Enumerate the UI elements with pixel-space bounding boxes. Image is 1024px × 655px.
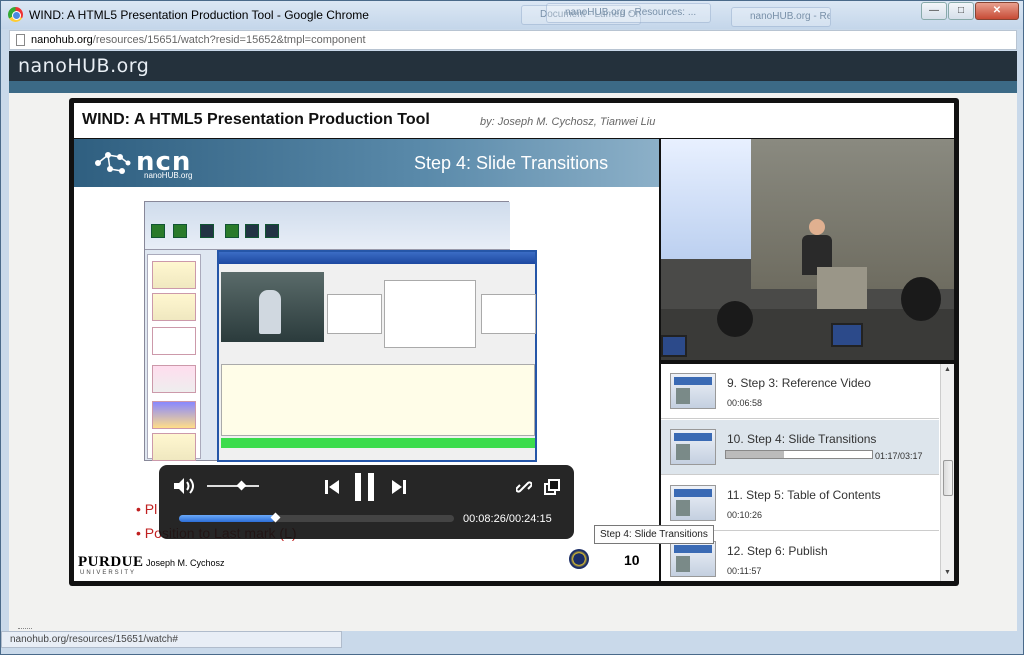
skip-back-icon[interactable]	[324, 479, 340, 495]
scroll-up-icon[interactable]: ▲	[944, 366, 951, 373]
slide-presenter: Joseph M. Cychosz	[146, 558, 225, 568]
slide-bullet: • Pl	[136, 501, 158, 517]
seek-bar[interactable]	[179, 512, 454, 523]
slide-page-number: 10	[624, 552, 640, 568]
chapter-thumbnail	[670, 485, 716, 521]
chapter-list: 9. Step 3: Reference Video 00:06:58 10. …	[661, 364, 954, 581]
slide-header: ncn nanoHUB.org Step 4: Slide Transition…	[74, 139, 659, 187]
scroll-down-icon[interactable]: ▼	[944, 569, 951, 576]
popout-icon[interactable]	[544, 479, 560, 495]
link-icon[interactable]	[516, 479, 532, 495]
title-bar: WIND: A HTML5 Presentation Production To…	[1, 1, 1023, 29]
chapter-item[interactable]: 9. Step 3: Reference Video 00:06:58	[661, 364, 939, 419]
slide-screenshot	[144, 201, 537, 462]
chapter-item[interactable]: 11. Step 5: Table of Contents 00:10:26	[661, 476, 939, 531]
speaker-icon[interactable]	[173, 476, 195, 496]
background-tab[interactable]: nanoHUB.org - Resources: ...	[546, 3, 711, 23]
chapter-time: 01:17/03:17	[875, 451, 923, 461]
player-header: WIND: A HTML5 Presentation Production To…	[74, 103, 954, 138]
chapter-thumbnail	[670, 541, 716, 577]
chapter-title: 11. Step 5: Table of Contents	[727, 488, 881, 502]
skip-forward-icon[interactable]	[391, 479, 407, 495]
address-bar[interactable]: nanohub.org/resources/15651/watch?resid=…	[9, 30, 1017, 50]
purdue-logo-sub: UNIVERSITY	[80, 570, 137, 576]
site-logo[interactable]: nanoHUB.org	[18, 55, 149, 77]
background-tab[interactable]: nanoHUB.org - Resource	[731, 7, 831, 27]
url-host: nanohub.org	[31, 34, 93, 46]
chapter-time: 00:06:58	[727, 398, 763, 408]
chapter-thumbnail	[670, 373, 716, 409]
chapter-title: 10. Step 4: Slide Transitions	[727, 432, 877, 446]
thumbnail-pane-image	[147, 254, 201, 461]
presentation-title: WIND: A HTML5 Presentation Production To…	[82, 111, 430, 128]
ribbon-image	[145, 202, 510, 250]
presentation-authors: by: Joseph M. Cychosz, Tianwei Liu	[480, 116, 656, 128]
purdue-logo: PURDUE	[78, 554, 144, 570]
wind-app-image	[217, 250, 537, 462]
close-button[interactable]: ✕	[975, 2, 1019, 20]
playback-time: 00:08:26/00:24:15	[463, 513, 552, 525]
url-path: /resources/15651/watch?resid=15652&tmpl=…	[92, 34, 366, 46]
chrome-icon	[8, 7, 23, 22]
presenter-video[interactable]	[661, 139, 954, 360]
chapter-time: 00:11:57	[727, 566, 762, 576]
chapter-title: 12. Step 6: Publish	[727, 544, 828, 558]
page-content: nanoHUB.org WIND: A HTML5 Presentation P…	[9, 51, 1017, 631]
chapter-item-active[interactable]: 10. Step 4: Slide Transitions 01:17/03:1…	[661, 420, 939, 475]
slide-heading: Step 4: Slide Transitions	[414, 153, 609, 173]
browser-window: WIND: A HTML5 Presentation Production To…	[0, 0, 1024, 655]
chapter-progress-bar	[725, 450, 873, 459]
playback-controls: 00:08:26/00:24:15	[159, 465, 574, 539]
chapter-tooltip: Step 4: Slide Transitions	[594, 525, 714, 544]
pause-icon[interactable]	[354, 472, 376, 502]
maximize-button[interactable]: □	[948, 2, 974, 20]
volume-slider[interactable]	[207, 485, 259, 487]
chapter-thumbnail	[670, 429, 716, 465]
volume-knob[interactable]	[236, 480, 247, 491]
site-header: nanoHUB.org	[9, 51, 1017, 81]
ncn-logo-sub: nanoHUB.org	[144, 171, 193, 180]
status-bar: nanohub.org/resources/15651/watch#	[1, 631, 342, 648]
chapter-scrollbar[interactable]: ▲ ▼	[940, 364, 954, 581]
chapter-time: 00:10:26	[727, 510, 763, 520]
nsf-seal-icon	[569, 549, 589, 569]
chapter-progress-fill	[726, 451, 785, 458]
molecule-logo-icon	[95, 152, 131, 174]
minimize-button[interactable]: —	[921, 2, 947, 20]
scrollbar-thumb[interactable]	[943, 460, 953, 496]
page-icon	[16, 34, 25, 46]
chapter-title: 9. Step 3: Reference Video	[727, 376, 871, 390]
seek-progress	[179, 515, 276, 522]
header-stripe	[9, 81, 1017, 93]
window-title: WIND: A HTML5 Presentation Production To…	[29, 8, 369, 22]
